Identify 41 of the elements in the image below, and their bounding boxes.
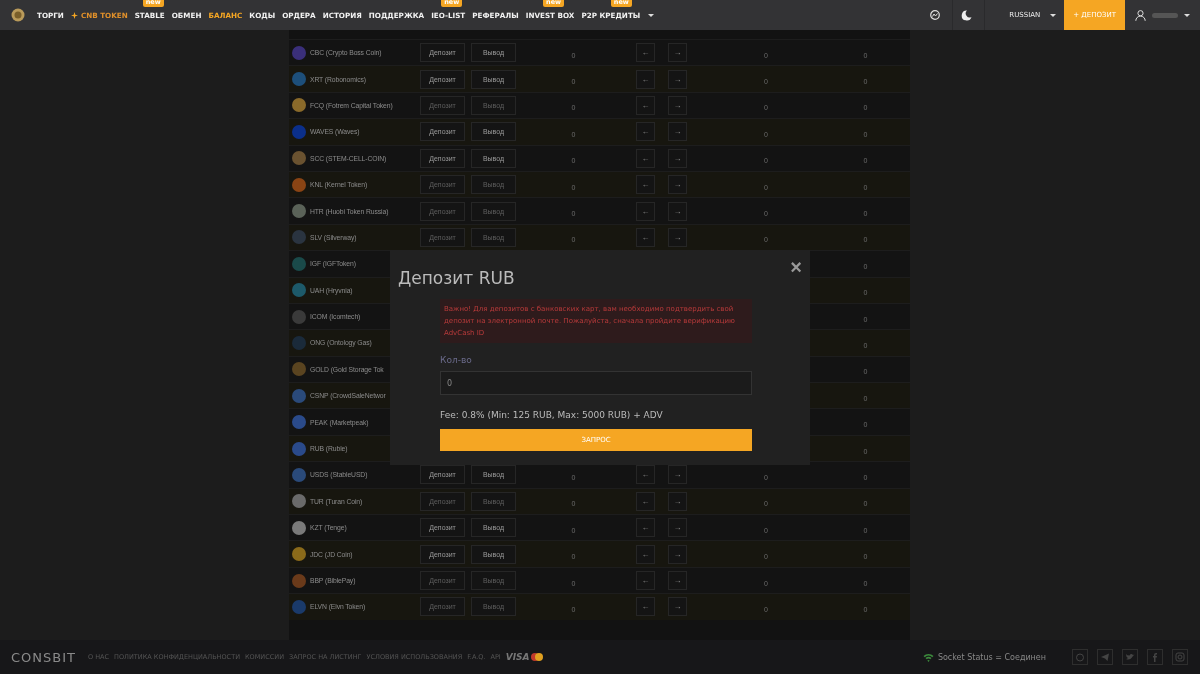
transfer-right-button[interactable]: → (668, 69, 687, 89)
transfer-left-button[interactable]: ← (636, 148, 655, 168)
moon-icon (961, 9, 973, 21)
caret-icon (1184, 13, 1190, 17)
transfer-right-button[interactable]: → (668, 544, 687, 564)
logo-icon (11, 8, 25, 22)
chart-icon (930, 10, 941, 20)
amount-field[interactable]: 0 (440, 371, 752, 395)
wifi-icon (922, 652, 934, 662)
transfer-right-button[interactable]: → (668, 122, 687, 142)
twitter-icon (1125, 652, 1135, 662)
transfer-left-button[interactable]: ← (636, 43, 655, 63)
fee-text: Fee: 0.8% (Min: 125 RUB, Max: 5000 RUB) + ADV (440, 410, 664, 420)
transfer-left-button[interactable]: ← (636, 518, 655, 538)
transfer-left-button[interactable]: ← (636, 465, 655, 485)
social-link[interactable] (1072, 649, 1088, 665)
card-circles-icon (530, 653, 543, 661)
telegram-icon (1100, 652, 1110, 662)
transfer-left-button[interactable]: ← (636, 69, 655, 89)
close-button[interactable]: × (790, 256, 802, 278)
card-logo: VISA (505, 652, 530, 662)
social-link[interactable] (1097, 649, 1113, 665)
social-link[interactable] (1172, 649, 1188, 665)
caret-icon (648, 13, 655, 17)
transfer-right-button[interactable]: → (668, 148, 687, 168)
field-label: Кол-во (440, 355, 473, 365)
modal-title: Депозит RUB (398, 268, 516, 288)
transfer-right-button[interactable]: → (668, 43, 687, 63)
transfer-left-button[interactable]: ← (636, 122, 655, 142)
transfer-left-button[interactable]: ← (636, 544, 655, 564)
sparkle-icon (70, 11, 78, 19)
social-link[interactable] (1122, 649, 1138, 665)
site-logo: CONSBIT (11, 649, 76, 665)
user-icon (1135, 9, 1146, 21)
social-link[interactable] (1147, 649, 1163, 665)
instagram-icon (1175, 652, 1185, 662)
caret-icon (1050, 13, 1057, 17)
facebook-icon (1150, 652, 1160, 662)
socket-status: Socket Status = Соединен (937, 652, 1046, 662)
transfer-right-button[interactable]: → (668, 518, 687, 538)
transfer-right-button[interactable]: → (668, 465, 687, 485)
